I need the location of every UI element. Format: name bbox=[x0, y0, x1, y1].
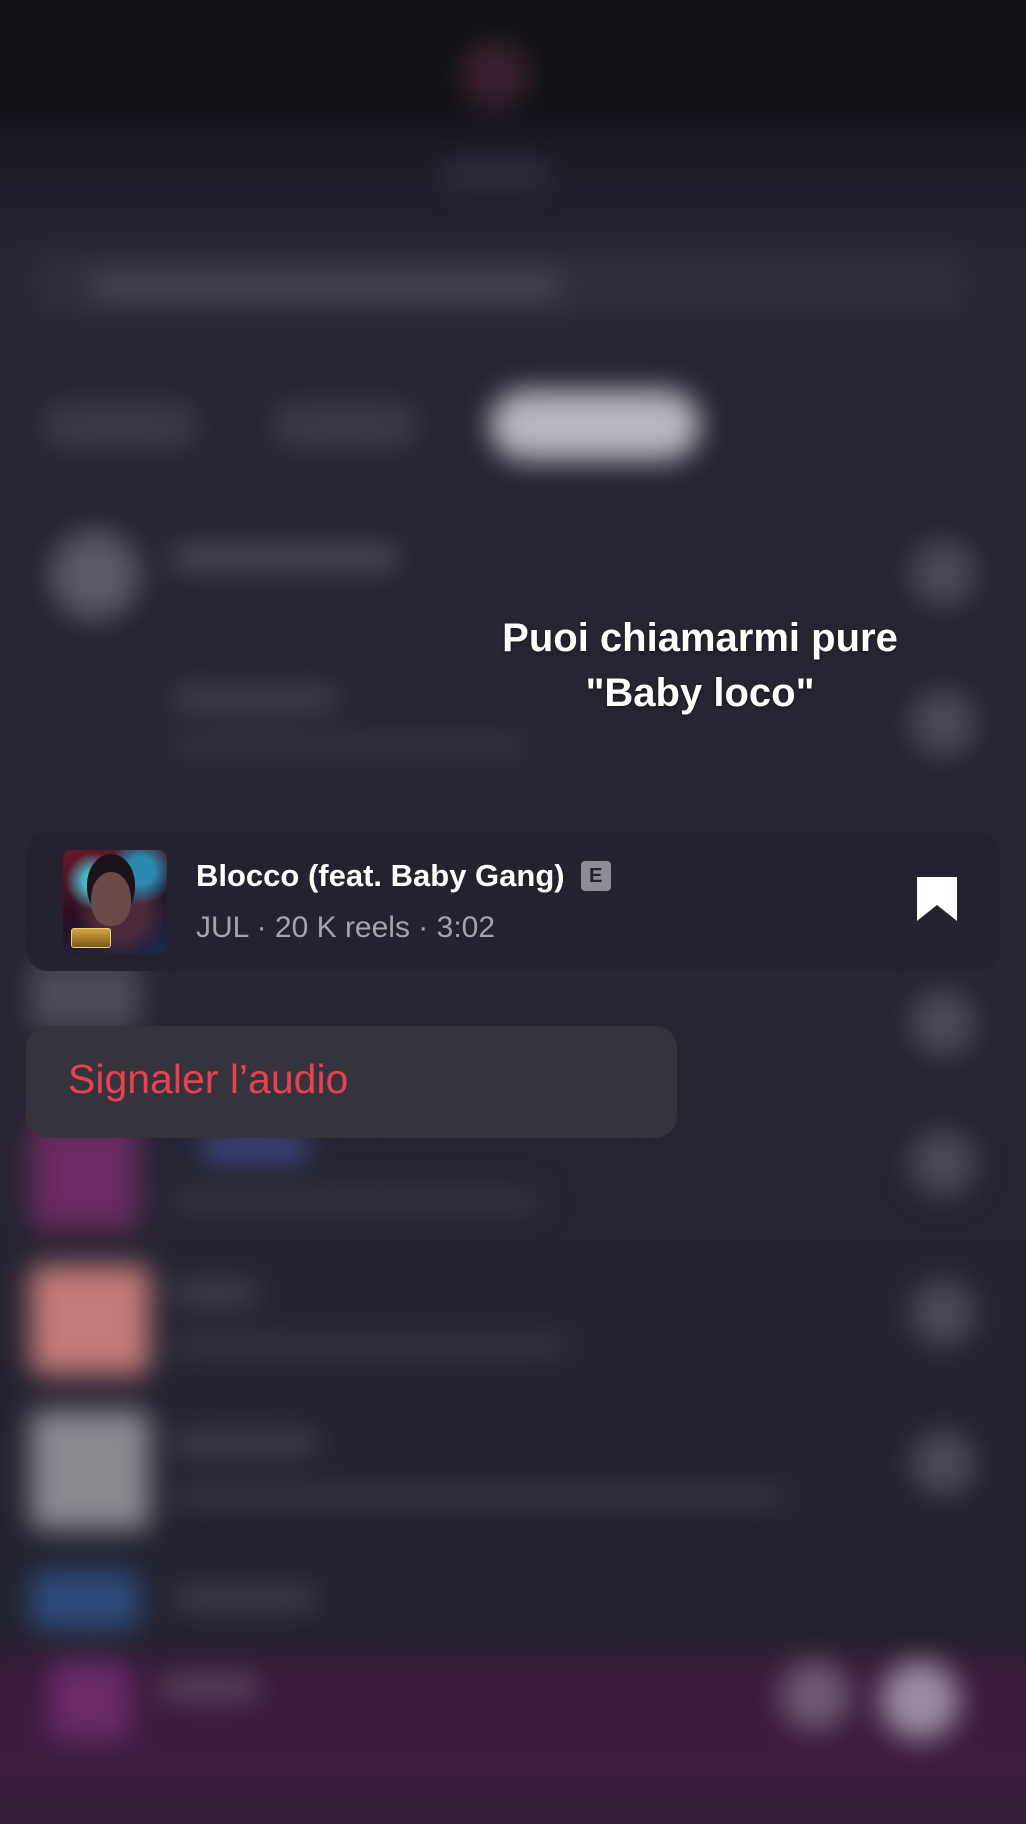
blurred-row-action bbox=[910, 1280, 976, 1346]
blurred-avatar bbox=[460, 40, 530, 110]
blurred-player-thumb bbox=[50, 1660, 130, 1740]
blurred-player-button bbox=[780, 1660, 850, 1730]
lyrics-caption: Puoi chiamarmi pure "Baby loco" bbox=[440, 611, 960, 721]
blurred-player-bar bbox=[0, 1654, 1026, 1824]
blurred-row-thumb bbox=[30, 1410, 150, 1530]
cover-artwork bbox=[91, 872, 131, 926]
blurred-chip bbox=[270, 400, 420, 450]
cover-logo bbox=[71, 928, 111, 948]
blurred-row-thumb bbox=[30, 1265, 150, 1375]
song-title: Blocco (feat. Baby Gang) bbox=[196, 858, 565, 893]
caption-line-2: "Baby loco" bbox=[585, 671, 815, 715]
album-cover bbox=[63, 850, 167, 954]
blurred-row-thumb bbox=[30, 1570, 140, 1630]
blurred-row-text bbox=[170, 545, 400, 571]
blurred-search-text bbox=[90, 275, 560, 297]
blurred-row-text bbox=[170, 685, 340, 711]
caption-line-1: Puoi chiamarmi pure bbox=[502, 616, 898, 660]
blurred-row-action bbox=[910, 990, 976, 1056]
song-title-row: Blocco (feat. Baby Gang) E bbox=[196, 858, 611, 894]
song-card[interactable]: Blocco (feat. Baby Gang) E JUL · 20 K re… bbox=[26, 833, 1001, 971]
blurred-subtitle bbox=[440, 165, 550, 183]
blurred-row-thumb bbox=[50, 530, 140, 620]
context-menu: Signaler l’audio bbox=[26, 1026, 677, 1138]
blurred-row-text bbox=[170, 1430, 320, 1456]
blurred-row-text bbox=[170, 1190, 540, 1212]
explicit-badge: E bbox=[580, 861, 611, 891]
blurred-row-text bbox=[170, 1585, 320, 1611]
blurred-player-text bbox=[160, 1675, 260, 1699]
blurred-row-text bbox=[200, 1135, 310, 1161]
report-audio-menu-item[interactable]: Signaler l’audio bbox=[68, 1056, 348, 1103]
blurred-row-action bbox=[910, 1130, 976, 1196]
blurred-row-text bbox=[170, 1485, 790, 1507]
blurred-player-button bbox=[880, 1660, 960, 1740]
blurred-row-action bbox=[910, 540, 976, 606]
blurred-chip-active bbox=[490, 390, 700, 460]
blurred-row-text bbox=[170, 735, 530, 757]
blurred-chip bbox=[40, 400, 200, 450]
song-meta: JUL · 20 K reels · 3:02 bbox=[196, 911, 496, 944]
blurred-row-text bbox=[170, 1335, 570, 1357]
blurred-row-action bbox=[910, 1430, 976, 1496]
blurred-row-text bbox=[170, 1280, 260, 1306]
bookmark-icon[interactable] bbox=[915, 875, 959, 923]
